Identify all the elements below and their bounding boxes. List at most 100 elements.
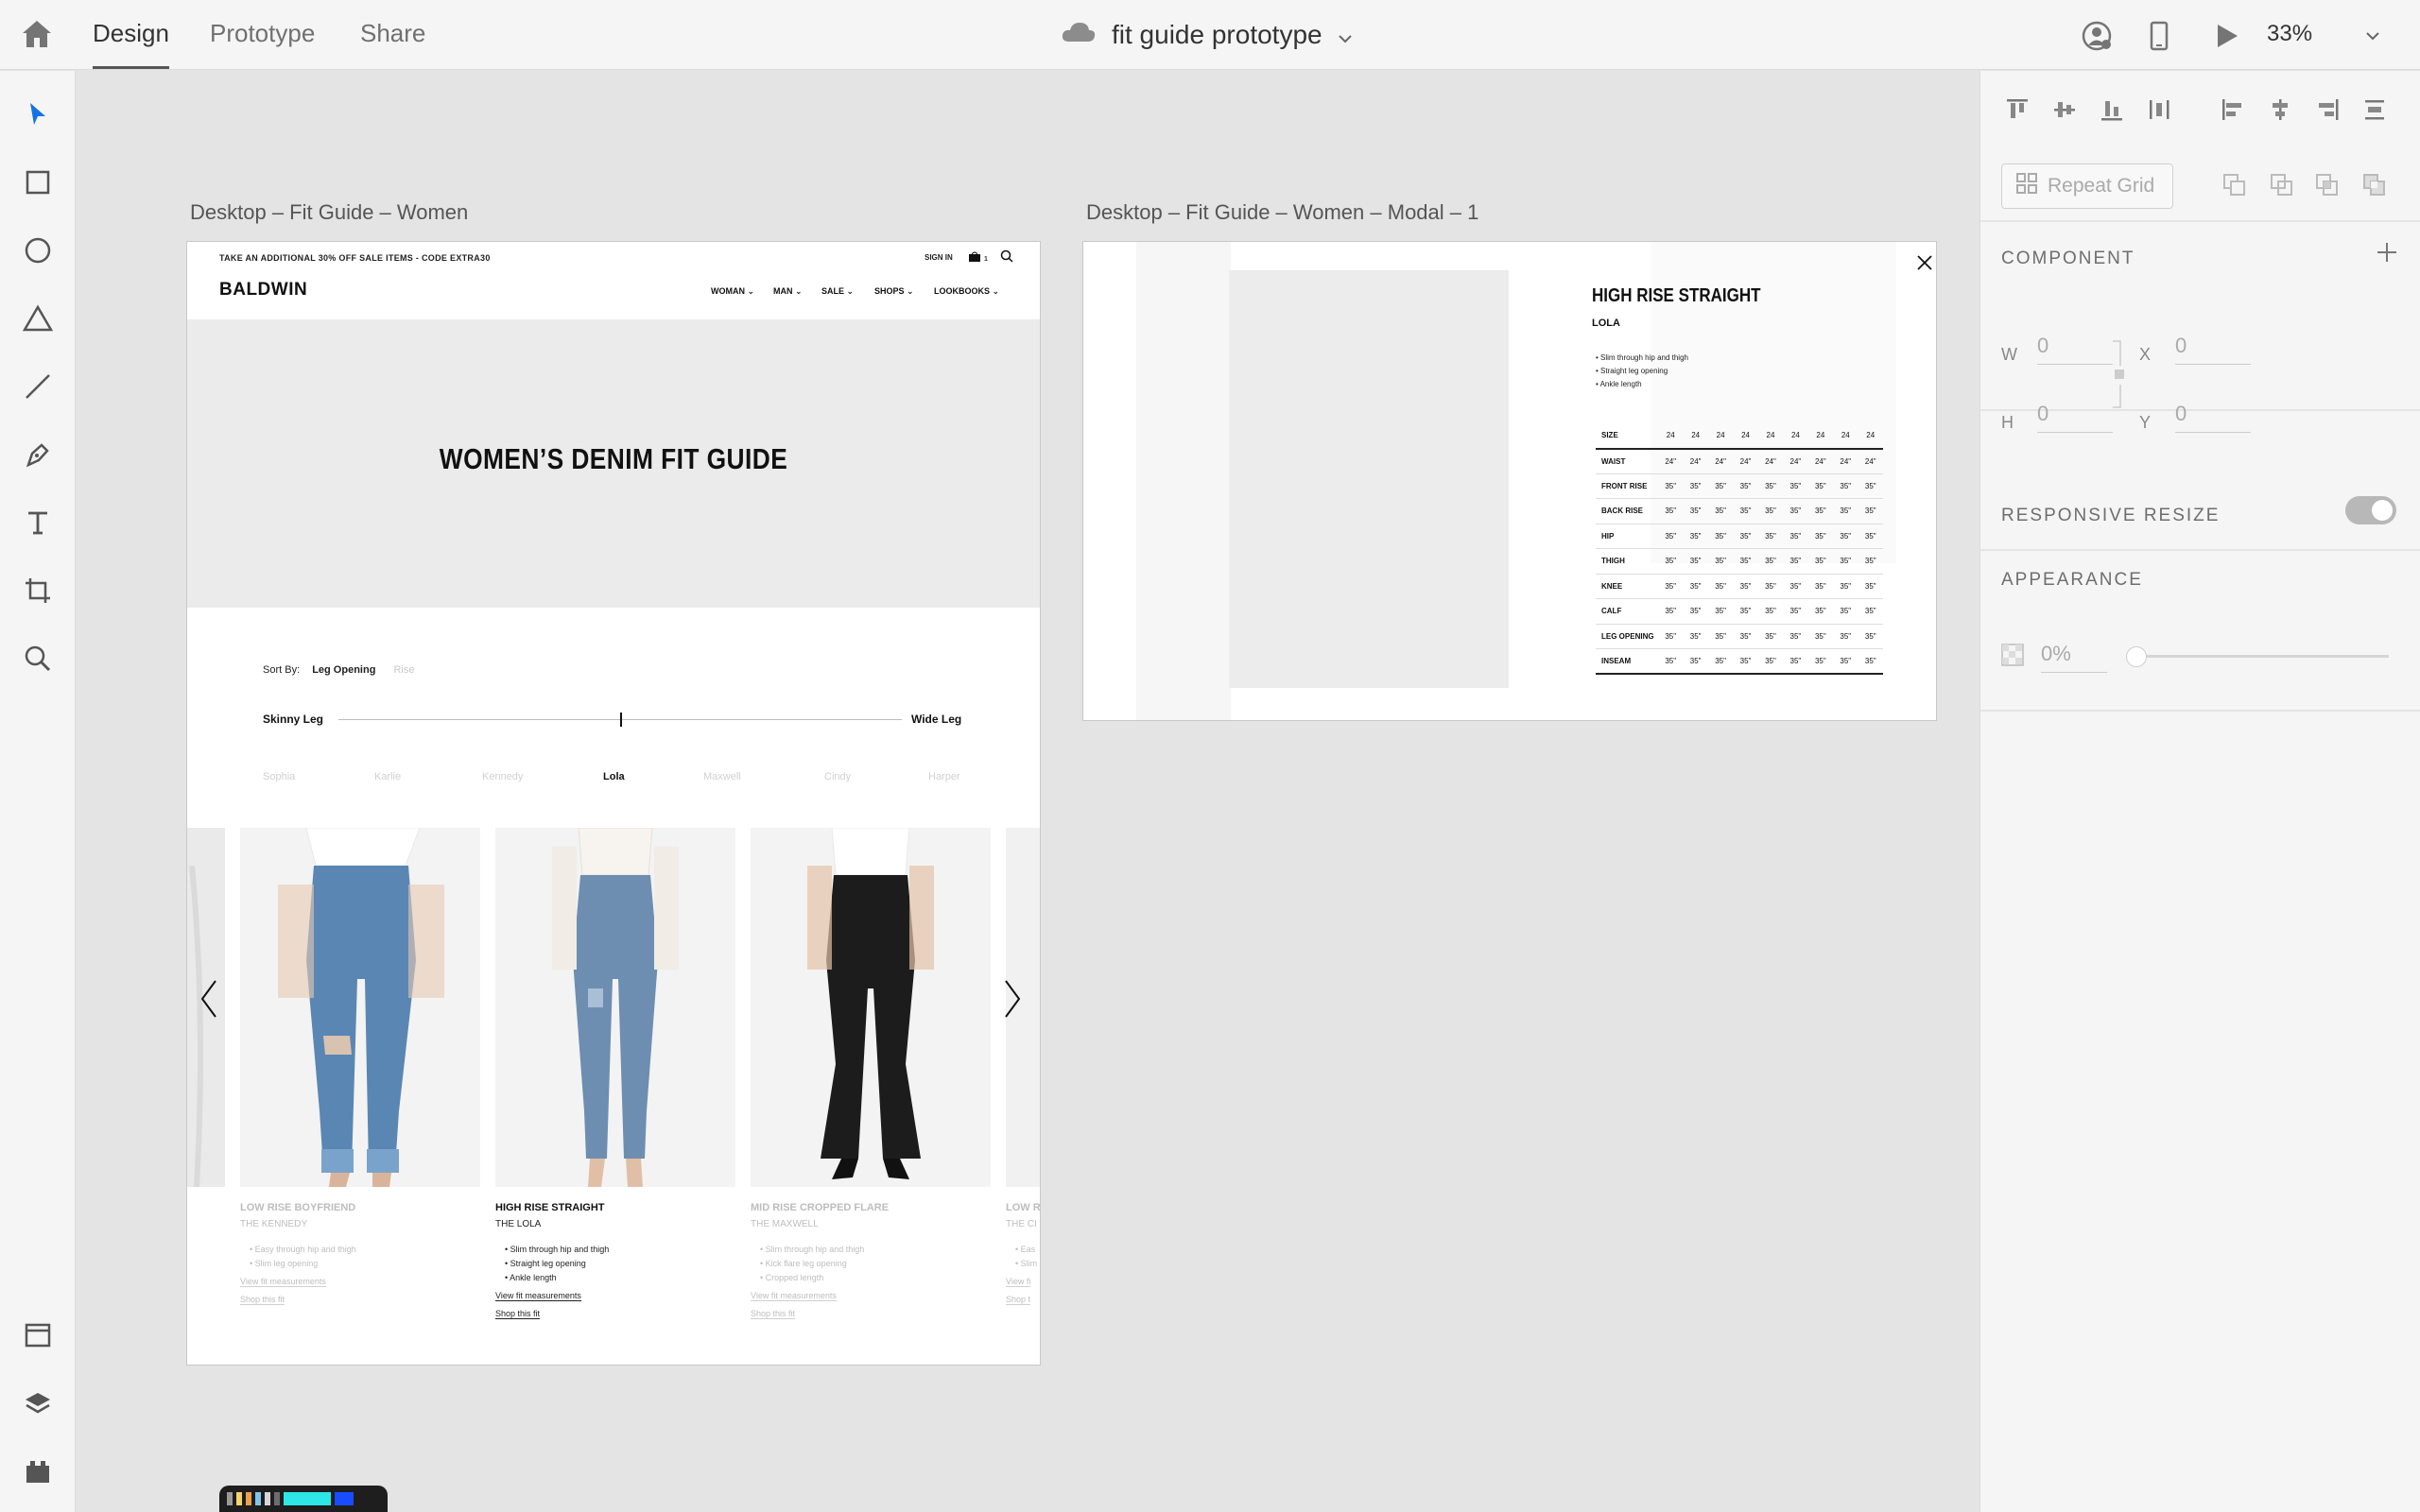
width-field[interactable]: W 0 [2001,334,2113,365]
brand-logo[interactable]: BALDWIN [219,280,307,301]
tab-design[interactable]: Design [93,19,169,69]
text-tool-icon[interactable] [19,504,57,541]
repeat-grid-button[interactable]: Repeat Grid [2001,163,2173,209]
opacity-slider-track[interactable] [2128,655,2389,658]
sort-option-leg-opening[interactable]: Leg Opening [312,664,375,676]
sign-in-link[interactable]: SIGN IN [925,253,953,262]
zoom-tool-icon[interactable] [19,640,57,678]
size-cell: 35" [1733,548,1758,575]
x-value[interactable]: 0 [2175,334,2251,365]
user-icon[interactable] [2080,19,2114,53]
product-card[interactable]: LOW RISE BOYFRIEND THE KENNEDY Easy thro… [240,828,480,1307]
artboard-fit-modal[interactable]: HIGH RISE STRAIGHT LOLA Slim through hip… [1082,241,1937,721]
close-icon[interactable] [1913,251,1936,274]
assets-panel-icon[interactable] [19,1316,57,1354]
distribute-vertical-icon[interactable] [2359,94,2391,126]
height-field[interactable]: H 0 [2001,402,2113,433]
zoom-value: 33% [2267,21,2313,46]
opacity-value[interactable]: 0% [2041,642,2107,673]
promo-banner: TAKE AN ADDITIONAL 30% OFF SALE ITEMS - … [219,253,491,263]
rectangle-tool-icon[interactable] [19,163,57,201]
plugins-panel-icon[interactable] [19,1452,57,1490]
product-card[interactable]: HIGH RISE STRAIGHT THE LOLA Slim through… [495,828,735,1321]
align-center-icon[interactable] [2264,94,2296,126]
artboard-label[interactable]: Desktop – Fit Guide – Women – Modal – 1 [1086,200,1478,225]
size-cell: 35" [1683,598,1708,625]
home-icon[interactable] [21,19,59,51]
artboard-label[interactable]: Desktop – Fit Guide – Women [190,200,468,225]
document-title[interactable]: fit guide prototype [1061,17,1353,53]
shop-this-fit-link[interactable]: Shop this fit [495,1309,541,1319]
cart[interactable]: 1 [968,250,988,267]
responsive-resize-toggle[interactable] [2345,496,2396,524]
nav-man[interactable]: MAN ⌄ [773,286,803,297]
product-card-partial[interactable]: LOW R THE CI Eas Slim View fi Shop t [1006,828,1041,1307]
height-value[interactable]: 0 [2037,402,2113,433]
product-name: LOW R [1006,1202,1041,1213]
view-fit-measurements-link[interactable]: View fi [1006,1277,1031,1287]
view-fit-measurements-link[interactable]: View fit measurements [495,1291,581,1301]
distribute-horizontal-icon[interactable] [2143,94,2175,126]
view-fit-measurements-link[interactable]: View fit measurements [751,1291,837,1301]
shop-this-fit-link[interactable]: Shop this fit [751,1309,796,1319]
tab-share[interactable]: Share [360,19,425,48]
polygon-tool-icon[interactable] [19,300,57,337]
fit-option-lola[interactable]: Lola [603,771,625,782]
y-label: Y [2139,413,2152,432]
chevron-left-icon[interactable] [195,975,223,1022]
opacity-slider-thumb[interactable] [2126,646,2147,667]
artboard-fit-guide[interactable]: TAKE AN ADDITIONAL 30% OFF SALE ITEMS - … [186,241,1041,1366]
play-icon[interactable] [2210,19,2244,53]
fit-option-maxwell[interactable]: Maxwell [703,771,741,782]
fit-slider-thumb[interactable] [620,713,622,727]
nav-shops[interactable]: SHOPS ⌄ [874,286,914,297]
fit-option-karlie[interactable]: Karlie [374,771,401,782]
layers-panel-icon[interactable] [19,1384,57,1422]
pen-tool-icon[interactable] [19,436,57,473]
nav-sale[interactable]: SALE ⌄ [821,286,854,297]
line-tool-icon[interactable] [19,368,57,405]
boolean-intersect-icon[interactable] [2311,169,2343,201]
fit-option-sophia[interactable]: Sophia [263,771,295,782]
color-swatch-strip[interactable] [219,1486,388,1512]
align-left-icon[interactable] [2217,94,2249,126]
nav-label: SALE [821,286,845,296]
y-field[interactable]: Y 0 [2139,402,2251,433]
canvas[interactable]: Desktop – Fit Guide – Women Desktop – Fi… [77,71,1979,1512]
y-value[interactable]: 0 [2175,402,2251,433]
align-top-icon[interactable] [2001,94,2033,126]
nav-woman[interactable]: WOMAN ⌄ [711,286,754,297]
product-card[interactable]: MID RISE CROPPED FLARE THE MAXWELL Slim … [751,828,991,1321]
nav-lookbooks[interactable]: LOOKBOOKS ⌄ [934,286,999,297]
nav-label: WOMAN [711,286,745,296]
product-features: Slim through hip and thigh Kick flare le… [751,1243,991,1285]
size-cell: 35" [1807,498,1834,524]
shop-this-fit-link[interactable]: Shop this fit [240,1295,285,1305]
fit-option-cindy[interactable]: Cindy [824,771,851,782]
fit-option-harper[interactable]: Harper [928,771,960,782]
add-component-icon[interactable] [2374,239,2400,270]
size-cell: 35" [1733,574,1758,599]
width-value[interactable]: 0 [2037,334,2113,365]
boolean-add-icon[interactable] [2219,169,2251,201]
view-fit-measurements-link[interactable]: View fit measurements [240,1277,326,1287]
tab-prototype[interactable]: Prototype [210,19,315,48]
mobile-device-icon[interactable] [2142,19,2176,53]
align-bottom-icon[interactable] [2096,94,2128,126]
artboard-tool-icon[interactable] [19,572,57,610]
search-icon[interactable] [1000,249,1013,267]
boolean-exclude-icon[interactable] [2359,169,2391,201]
size-cell: 24" [1658,448,1684,474]
boolean-subtract-icon[interactable] [2266,169,2298,201]
select-tool-icon[interactable] [19,95,57,133]
chevron-right-icon[interactable] [998,975,1027,1022]
align-right-icon[interactable] [2311,94,2343,126]
ellipse-tool-icon[interactable] [19,232,57,269]
fit-option-kennedy[interactable]: Kennedy [482,771,523,782]
align-middle-icon[interactable] [2048,94,2081,126]
shop-this-fit-link[interactable]: Shop t [1006,1295,1031,1305]
zoom-select[interactable]: 33% [2267,21,2380,47]
lock-aspect-icon[interactable] [2111,339,2124,414]
sort-option-rise[interactable]: Rise [393,664,414,676]
x-field[interactable]: X 0 [2139,334,2251,365]
